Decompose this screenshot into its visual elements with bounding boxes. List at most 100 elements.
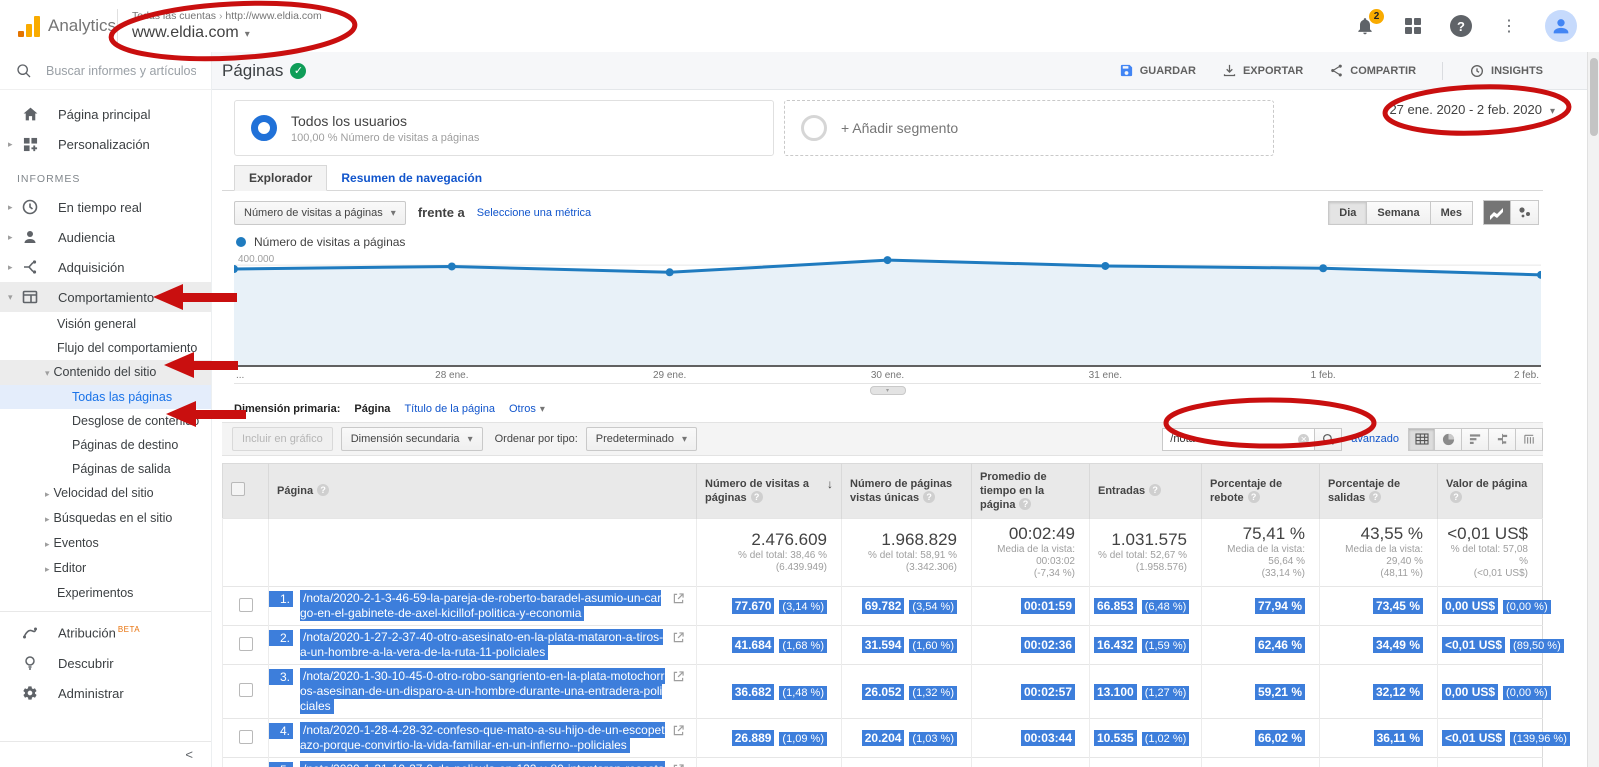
- vertical-scrollbar[interactable]: [1587, 52, 1599, 767]
- open-page-external-icon[interactable]: [673, 671, 684, 685]
- segment-all-users[interactable]: Todos los usuarios 100,00 % Número de vi…: [234, 100, 774, 156]
- metric-selector-row: Número de visitas a páginas frente a Sel…: [222, 191, 1543, 229]
- row-checkbox[interactable]: [239, 637, 253, 651]
- help-icon[interactable]: ?: [1019, 498, 1031, 510]
- select-metric-link[interactable]: Seleccione una métrica: [477, 207, 591, 219]
- column-header-pagina[interactable]: Página?: [269, 464, 697, 519]
- table-search-input[interactable]: [1162, 428, 1314, 451]
- sidebar-item-paginas-destino[interactable]: Páginas de destino: [0, 433, 211, 457]
- scrollbar-thumb[interactable]: [1590, 58, 1598, 136]
- tab-explorador[interactable]: Explorador: [234, 165, 327, 191]
- sidebar-item-administrar[interactable]: Administrar: [0, 678, 211, 708]
- help-icon[interactable]: ?: [1450, 491, 1462, 503]
- export-button[interactable]: EXPORTAR: [1222, 63, 1303, 78]
- advanced-search-link[interactable]: avanzado: [1351, 433, 1399, 445]
- sidebar-item-todas-las-paginas[interactable]: Todas las páginas: [0, 385, 211, 409]
- page-link[interactable]: /nota/2020-1-28-4-28-32-confeso-que-mato…: [300, 722, 665, 753]
- open-page-external-icon[interactable]: [673, 632, 684, 646]
- sidebar-item-eventos[interactable]: Eventos: [0, 531, 211, 556]
- sidebar-item-flujo-comportamiento[interactable]: Flujo del comportamiento: [0, 336, 211, 360]
- breadcrumb-all-accounts[interactable]: Todas las cuentas: [132, 10, 216, 22]
- column-header-visitas[interactable]: Número de visitas a páginas?: [697, 464, 842, 519]
- sidebar-item-behavior[interactable]: Comportamiento: [0, 282, 211, 312]
- date-range-selector[interactable]: 27 ene. 2020 - 2 feb. 2020: [1389, 102, 1555, 117]
- chart-scroll-handle[interactable]: [870, 386, 906, 395]
- select-all-checkbox[interactable]: [231, 482, 245, 496]
- search-button[interactable]: [1314, 428, 1342, 451]
- sidebar-item-vision-general[interactable]: Visión general: [0, 312, 211, 336]
- sidebar-item-acquisition[interactable]: Adquisición: [0, 252, 211, 282]
- page-link[interactable]: /nota/2020-2-1-3-46-59-la-pareja-de-robe…: [300, 590, 661, 621]
- notifications-bell-icon[interactable]: 2: [1353, 14, 1377, 38]
- help-icon[interactable]: ?: [1149, 484, 1161, 496]
- granularity-week-button[interactable]: Semana: [1367, 201, 1430, 225]
- sidebar-item-descubrir[interactable]: Descubrir: [0, 648, 211, 678]
- sidebar-item-personalization[interactable]: Personalización: [0, 129, 211, 159]
- customization-icon: [20, 137, 40, 152]
- row-checkbox[interactable]: [239, 598, 253, 612]
- page-link[interactable]: /nota/2020-1-31-10-27-0-de-pelicula-en-1…: [300, 761, 665, 767]
- share-button[interactable]: COMPARTIR: [1329, 63, 1416, 78]
- column-header-vistas-unicas[interactable]: Número de páginas vistas únicas?: [842, 464, 972, 519]
- row-checkbox[interactable]: [239, 683, 253, 697]
- granularity-day-button[interactable]: Dia: [1328, 201, 1367, 225]
- sidebar-item-audience[interactable]: Audiencia: [0, 222, 211, 252]
- help-icon[interactable]: ?: [751, 491, 763, 503]
- sidebar-item-home[interactable]: Página principal: [0, 99, 211, 129]
- help-icon[interactable]: ?: [1449, 14, 1473, 38]
- sidebar-item-busquedas-sitio[interactable]: Búsquedas en el sitio: [0, 506, 211, 531]
- clear-search-icon[interactable]: ✕: [1298, 434, 1309, 445]
- analytics-logo[interactable]: Analytics: [0, 0, 117, 52]
- sidebar-item-experimentos[interactable]: Experimentos: [0, 581, 211, 605]
- sidebar-collapse[interactable]: [0, 741, 211, 767]
- sidebar-item-desglose-contenido[interactable]: Desglose de contenido: [0, 409, 211, 433]
- column-header-salidas[interactable]: Porcentaje de salidas?: [1320, 464, 1438, 519]
- more-options-icon[interactable]: ⋮: [1497, 14, 1521, 38]
- dimension-pagina[interactable]: Página: [354, 403, 390, 415]
- granularity-month-button[interactable]: Mes: [1431, 201, 1473, 225]
- line-chart-toggle[interactable]: [1483, 200, 1511, 225]
- search-input[interactable]: [46, 64, 196, 78]
- breadcrumb-property[interactable]: http://www.eldia.com: [225, 10, 321, 22]
- include-in-chart-button[interactable]: Incluir en gráfico: [232, 427, 333, 451]
- sidebar-item-velocidad-sitio[interactable]: Velocidad del sitio: [0, 481, 211, 506]
- comparison-view-button[interactable]: [1489, 428, 1516, 451]
- data-view-button[interactable]: [1408, 428, 1435, 451]
- metric-dropdown[interactable]: Número de visitas a páginas: [234, 201, 406, 225]
- help-icon[interactable]: ?: [1369, 491, 1381, 503]
- help-icon[interactable]: ?: [317, 484, 329, 496]
- secondary-dimension-dropdown[interactable]: Dimensión secundaria: [341, 427, 483, 451]
- save-button[interactable]: GUARDAR: [1119, 63, 1196, 78]
- apps-grid-icon[interactable]: [1401, 14, 1425, 38]
- column-header-entradas[interactable]: Entradas?: [1090, 464, 1202, 519]
- percentage-view-button[interactable]: [1435, 428, 1462, 451]
- dimension-otros[interactable]: Otros: [509, 403, 545, 415]
- column-header-valor[interactable]: Valor de página?: [1438, 464, 1543, 519]
- column-header-tiempo[interactable]: Promedio de tiempo en la página?: [972, 464, 1090, 519]
- sidebar-item-atribucion[interactable]: AtribuciónBETA: [0, 618, 211, 648]
- help-icon[interactable]: ?: [923, 491, 935, 503]
- sort-type-dropdown[interactable]: Predeterminado: [586, 427, 697, 451]
- row-checkbox[interactable]: [239, 730, 253, 744]
- legend-dot-icon: [236, 237, 246, 247]
- scatter-chart-toggle[interactable]: [1511, 200, 1539, 225]
- sidebar-search[interactable]: [0, 52, 211, 90]
- sidebar-item-paginas-salida[interactable]: Páginas de salida: [0, 457, 211, 481]
- pivot-view-button[interactable]: [1516, 428, 1543, 451]
- dimension-titulo-pagina[interactable]: Título de la página: [404, 403, 495, 415]
- sidebar-item-contenido-sitio[interactable]: Contenido del sitio: [0, 360, 211, 385]
- add-segment-button[interactable]: + Añadir segmento: [784, 100, 1274, 156]
- performance-view-button[interactable]: [1462, 428, 1489, 451]
- tab-resumen-navegacion[interactable]: Resumen de navegación: [327, 166, 496, 190]
- open-page-external-icon[interactable]: [673, 593, 684, 607]
- user-avatar[interactable]: [1545, 10, 1577, 42]
- page-link[interactable]: /nota/2020-1-27-2-37-40-otro-asesinato-e…: [300, 629, 663, 660]
- account-selector[interactable]: www.eldia.com: [132, 24, 322, 42]
- sidebar-item-editor[interactable]: Editor: [0, 556, 211, 581]
- sidebar-item-realtime[interactable]: En tiempo real: [0, 192, 211, 222]
- help-icon[interactable]: ?: [1248, 491, 1260, 503]
- column-header-rebote[interactable]: Porcentaje de rebote?: [1202, 464, 1320, 519]
- insights-button[interactable]: INSIGHTS: [1469, 63, 1543, 79]
- page-link[interactable]: /nota/2020-1-30-10-45-0-otro-robo-sangri…: [300, 668, 665, 714]
- open-page-external-icon[interactable]: [673, 725, 684, 739]
